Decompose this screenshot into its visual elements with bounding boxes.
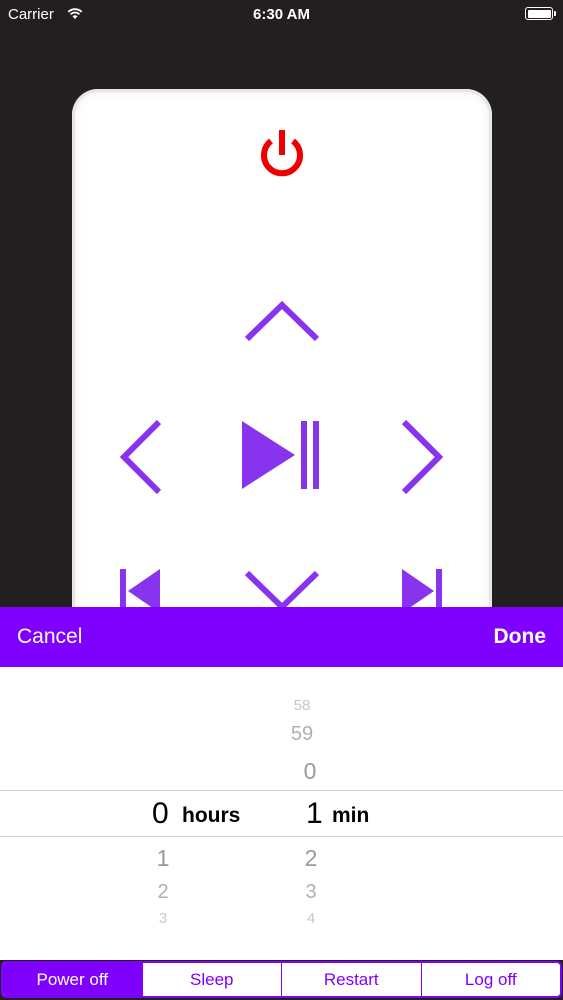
segment-log-off[interactable]: Log off — [420, 963, 561, 996]
hours-option[interactable]: 1 — [133, 845, 193, 872]
up-button[interactable] — [244, 299, 320, 343]
left-button[interactable] — [117, 419, 165, 495]
timer-picker[interactable]: 0 hours 1 2 3 58 59 0 1 min 2 3 4 — [0, 667, 563, 960]
hours-unit-label: hours — [182, 804, 241, 827]
picker-toolbar: Cancel Done — [0, 607, 563, 667]
battery-icon — [525, 7, 553, 20]
selection-line-top — [0, 790, 563, 791]
clock-label: 6:30 AM — [253, 6, 310, 23]
done-button[interactable]: Done — [494, 625, 547, 649]
right-arrow-icon — [401, 419, 444, 495]
play-pause-button[interactable] — [240, 419, 324, 491]
segment-power-off[interactable]: Power off — [3, 963, 142, 996]
minutes-selected-value[interactable]: 1 — [306, 797, 323, 831]
minutes-unit-label: min — [332, 804, 370, 827]
hours-option[interactable]: 2 — [133, 881, 193, 904]
minutes-option[interactable]: 4 — [281, 910, 341, 927]
minutes-option[interactable]: 58 — [272, 697, 332, 714]
status-bar: Carrier 6:30 AM — [0, 0, 563, 30]
shutdown-action-segmented-control: Power off Sleep Restart Log off — [1, 961, 562, 998]
right-button[interactable] — [398, 419, 446, 495]
up-arrow-icon — [244, 300, 320, 342]
segment-restart[interactable]: Restart — [281, 963, 421, 996]
minutes-option[interactable]: 59 — [272, 723, 332, 746]
hours-option[interactable]: 3 — [133, 910, 193, 927]
selection-line-bottom — [0, 836, 563, 837]
minutes-option[interactable]: 2 — [281, 845, 341, 872]
left-arrow-icon — [119, 419, 162, 495]
power-button[interactable] — [252, 125, 312, 185]
hours-selected-value[interactable]: 0 — [152, 797, 169, 831]
minutes-option[interactable]: 0 — [280, 758, 340, 785]
power-icon — [261, 130, 303, 177]
segment-sleep[interactable]: Sleep — [141, 963, 282, 996]
minutes-option[interactable]: 3 — [281, 881, 341, 904]
play-pause-icon — [242, 421, 319, 489]
cancel-button[interactable]: Cancel — [17, 625, 82, 649]
